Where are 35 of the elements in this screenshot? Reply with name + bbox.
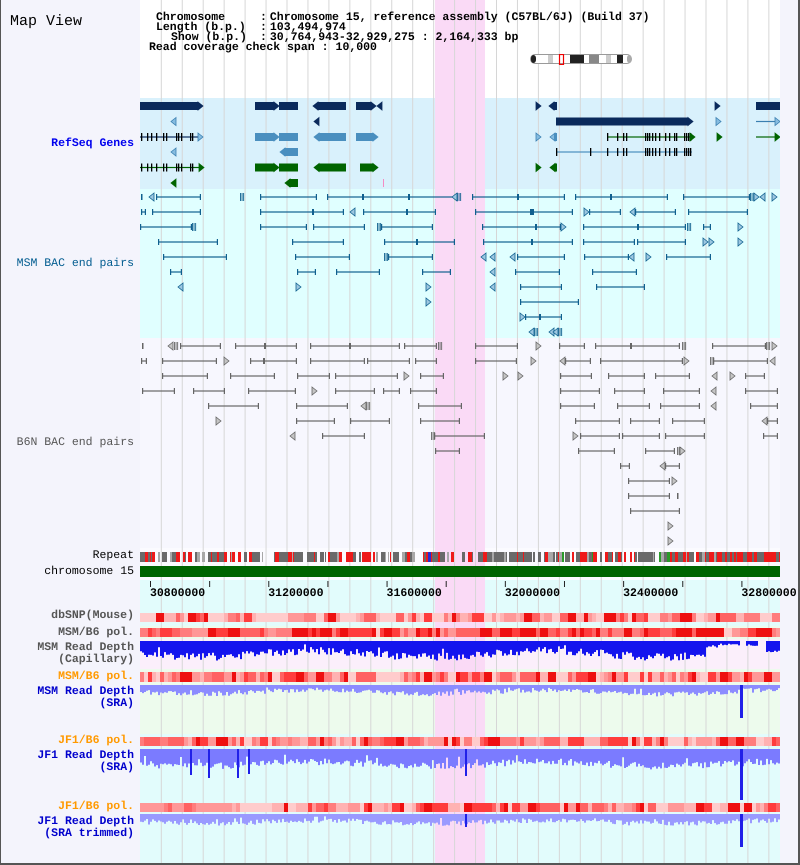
- axis-label: 31200000: [268, 588, 324, 600]
- track-label: JF1/B6 pol.: [58, 735, 134, 747]
- info-separator: :: [322, 43, 329, 53]
- info-separator: :: [260, 13, 267, 23]
- track-label: MSM Read Depth (Capillary): [36, 642, 134, 666]
- track-label: MSM/B6 pol.: [58, 670, 134, 682]
- read-depth-spike: [740, 749, 743, 800]
- info-separator: :: [260, 23, 267, 33]
- track-label: B6N BAC end pairs: [16, 437, 134, 449]
- track-label: chromosome 15: [44, 566, 134, 578]
- track-label: MSM/B6 pol.: [58, 626, 134, 638]
- info-value: 10,000: [336, 43, 377, 53]
- axis-label: 31600000: [386, 588, 442, 600]
- track-label: JF1 Read Depth (SRA): [36, 750, 134, 774]
- read-depth-spike: [740, 814, 743, 847]
- track-label: Repeat: [92, 550, 134, 562]
- track-label: MSM Read Depth (SRA): [36, 686, 134, 710]
- axis-label: 30800000: [150, 588, 206, 600]
- axis-label: 32800000: [741, 588, 797, 600]
- info-value: Chromosome 15, reference assembly (C57BL/6J) (Build 37): [270, 13, 650, 23]
- info-label: Length (b.p.): [156, 21, 246, 34]
- info-value: 30,764,943-32,929,275 : 2,164,333 bp: [270, 33, 518, 43]
- panel-title: Map View: [10, 13, 82, 30]
- track-label: JF1/B6 pol.: [58, 801, 134, 813]
- info-value: 103,494,974: [270, 23, 346, 33]
- read-depth-spike: [740, 685, 743, 718]
- track-label: RefSeq Genes: [51, 138, 134, 150]
- info-label: Read coverage check span: [149, 43, 315, 53]
- track-label: dbSNP(Mouse): [51, 610, 134, 622]
- track-label: JF1 Read Depth (SRA trimmed): [36, 816, 134, 840]
- info-separator: :: [260, 33, 267, 43]
- position-marker: [558, 54, 564, 65]
- track-label: MSM BAC end pairs: [16, 258, 134, 270]
- axis-label: 32400000: [623, 588, 678, 600]
- axis-label: 32000000: [504, 588, 560, 600]
